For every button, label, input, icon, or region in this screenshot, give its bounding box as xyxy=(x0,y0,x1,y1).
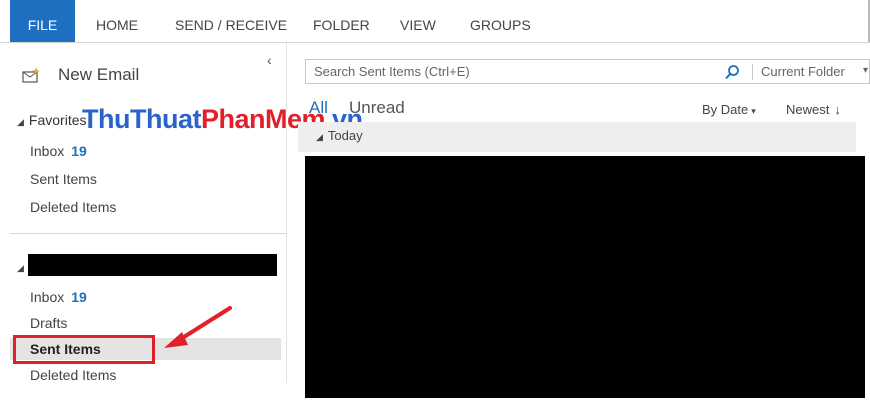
expand-caret-icon: ◢ xyxy=(316,132,323,142)
folder-pane-border xyxy=(286,43,287,383)
new-email-icon xyxy=(22,66,44,84)
filter-all[interactable]: All xyxy=(309,98,328,118)
tab-view[interactable]: VIEW xyxy=(400,0,436,42)
unread-count: 19 xyxy=(71,289,87,305)
new-email-label: New Email xyxy=(58,65,140,84)
search-input[interactable]: Search Sent Items (Ctrl+E) xyxy=(314,64,470,79)
tab-file[interactable]: FILE xyxy=(10,0,75,42)
folder-label: Inbox xyxy=(30,143,65,159)
group-label: ◢ Today xyxy=(316,128,363,143)
favorite-inbox[interactable]: Inbox 19 xyxy=(30,143,87,159)
expand-caret-icon: ◢ xyxy=(17,117,24,127)
favorite-sent-items[interactable]: Sent Items xyxy=(30,171,97,187)
collapse-chevron-icon[interactable]: ‹ xyxy=(267,52,272,68)
favorites-header[interactable]: ◢ Favorites xyxy=(17,112,87,128)
expand-caret-icon: ◢ xyxy=(17,263,24,273)
red-arrow-icon xyxy=(164,306,232,348)
section-divider xyxy=(10,233,286,234)
sort-order-toggle[interactable]: Newest ↓ xyxy=(786,102,841,117)
sent-items-highlight-box xyxy=(13,335,155,364)
redacted-message-list xyxy=(305,156,865,398)
chevron-down-icon[interactable]: ▾ xyxy=(863,65,868,76)
sort-by-dropdown[interactable]: By Date ▾ xyxy=(702,102,756,117)
arrow-down-icon: ↓ xyxy=(834,102,841,117)
favorites-label: Favorites xyxy=(28,112,87,128)
unread-count: 19 xyxy=(71,143,87,159)
sort-by-label: By Date xyxy=(702,102,749,117)
tab-send-receive[interactable]: SEND / RECEIVE xyxy=(175,0,287,42)
account-inbox[interactable]: Inbox 19 xyxy=(30,289,87,305)
account-drafts[interactable]: Drafts xyxy=(30,315,67,331)
tab-groups[interactable]: GROUPS xyxy=(470,0,531,42)
tab-home[interactable]: HOME xyxy=(96,0,138,42)
tab-folder[interactable]: FOLDER xyxy=(313,0,370,42)
sort-order-label: Newest xyxy=(786,102,830,117)
folder-label: Inbox xyxy=(30,289,65,305)
filter-unread[interactable]: Unread xyxy=(349,98,405,118)
search-icon[interactable] xyxy=(724,64,740,80)
search-scope-dropdown[interactable]: Current Folder xyxy=(761,64,845,79)
group-header[interactable] xyxy=(298,122,856,152)
redacted-account-name xyxy=(28,254,277,276)
search-separator xyxy=(752,64,753,80)
account-deleted-items[interactable]: Deleted Items xyxy=(30,367,116,383)
search-box[interactable]: Search Sent Items (Ctrl+E) Current Folde… xyxy=(305,59,870,84)
new-email-button[interactable]: New Email xyxy=(22,63,139,87)
favorite-deleted-items[interactable]: Deleted Items xyxy=(30,199,116,215)
ribbon-tabs: FILE HOME SEND / RECEIVE FOLDER VIEW GRO… xyxy=(0,0,870,43)
chevron-down-icon: ▾ xyxy=(751,106,756,116)
group-label-text: Today xyxy=(327,128,363,143)
